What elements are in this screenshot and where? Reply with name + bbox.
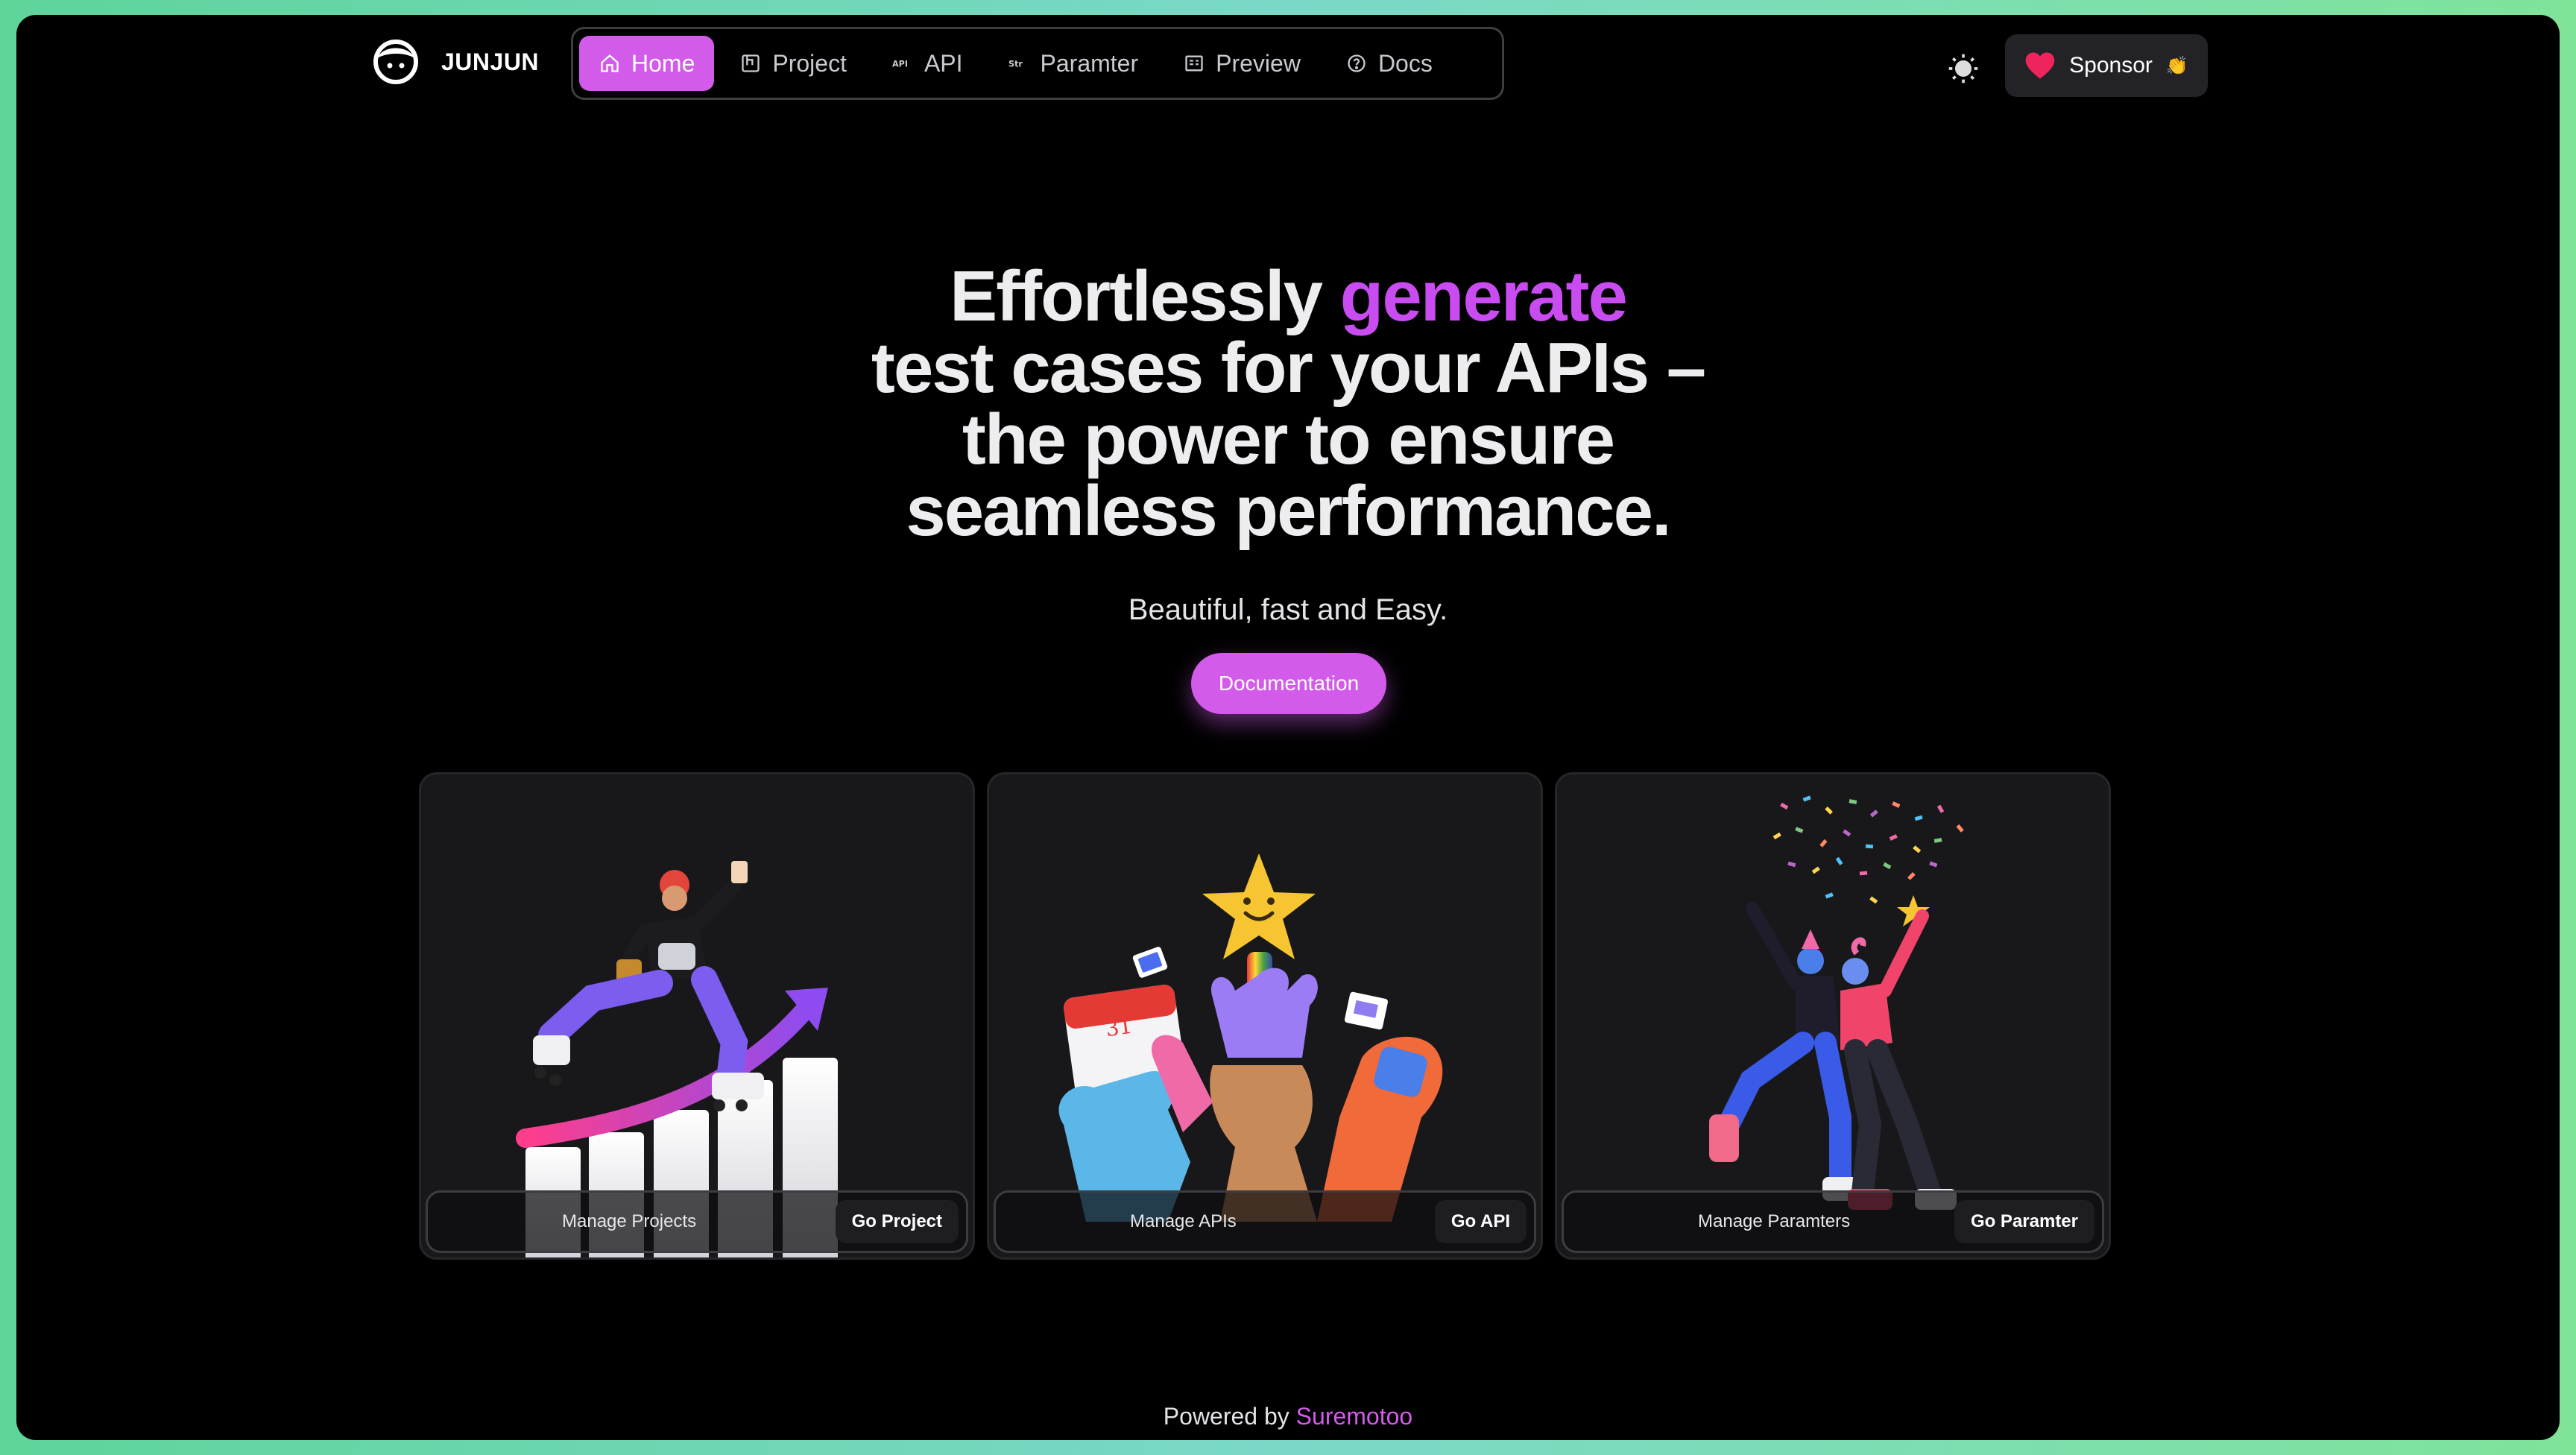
app-window: JUNJUN Home Project API API Str Paramter xyxy=(16,15,2560,1440)
documentation-button[interactable]: Documentation xyxy=(1191,653,1386,714)
growth-illustration xyxy=(516,861,838,1257)
nav-label: Preview xyxy=(1216,49,1301,77)
sponsor-button[interactable]: Sponsor 👏 xyxy=(2005,34,2208,97)
card-label: Manage Paramters xyxy=(1698,1211,1851,1231)
card-footer: Manage Paramters Go Paramter xyxy=(1562,1190,2104,1253)
preview-icon xyxy=(1183,52,1205,75)
brand[interactable]: JUNJUN xyxy=(373,39,539,85)
sun-icon xyxy=(1948,54,1978,83)
hero-title: Effortlessly generate test cases for you… xyxy=(16,261,2560,547)
str-icon: Str xyxy=(1008,52,1030,75)
nav-item-preview[interactable]: Preview xyxy=(1164,36,1320,91)
clapping-hands-icon: 👏 xyxy=(2165,55,2188,76)
card-label: Manage APIs xyxy=(1130,1211,1237,1231)
nav-item-project[interactable]: Project xyxy=(720,36,866,91)
hero-title-line4: seamless performance. xyxy=(906,471,1671,551)
card-label: Manage Projects xyxy=(562,1211,697,1231)
nav-label: Docs xyxy=(1377,49,1433,77)
nav-item-docs[interactable]: Docs xyxy=(1326,36,1452,91)
help-circle-icon xyxy=(1345,52,1368,75)
card-paramters[interactable]: Manage Paramters Go Paramter xyxy=(1555,772,2111,1260)
hero-subtitle: Beautiful, fast and Easy. xyxy=(1128,593,1448,626)
home-icon xyxy=(599,52,621,75)
nav-item-paramter[interactable]: Str Paramter xyxy=(988,36,1158,91)
svg-text:API: API xyxy=(892,60,908,69)
face-icon xyxy=(373,40,418,84)
hero-title-line2: test cases for your APIs – xyxy=(871,328,1706,408)
go-project-button[interactable]: Go Project xyxy=(835,1200,959,1243)
nav-item-home[interactable]: Home xyxy=(579,36,715,91)
theme-toggle-button[interactable] xyxy=(1942,48,1984,89)
sponsor-label: Sponsor xyxy=(2069,53,2153,78)
nav-label: Paramter xyxy=(1040,49,1139,77)
footer-prefix: Powered by xyxy=(1163,1403,1289,1430)
hero-title-line3: the power to ensure xyxy=(962,400,1615,479)
svg-text:31: 31 xyxy=(1104,1014,1134,1042)
card-apis[interactable]: 31 Manage APIs Go API xyxy=(987,772,1543,1260)
card-footer: Manage Projects Go Project xyxy=(426,1190,968,1253)
layout-icon xyxy=(739,52,762,75)
svg-text:Str: Str xyxy=(1008,60,1023,69)
footer-link-suremotoo[interactable]: Suremotoo xyxy=(1296,1403,1413,1430)
hands-star-illustration: 31 xyxy=(1058,853,1443,1222)
nav-item-api[interactable]: API API xyxy=(872,36,982,91)
hero-title-accent: generate xyxy=(1339,256,1628,336)
api-icon: API xyxy=(891,52,914,75)
nav-label: Home xyxy=(631,49,695,77)
nav-label: API xyxy=(924,49,963,77)
go-api-button[interactable]: Go API xyxy=(1434,1200,1527,1243)
card-footer: Manage APIs Go API xyxy=(994,1190,1536,1253)
nav-label: Project xyxy=(772,49,847,77)
celebration-illustration xyxy=(1709,795,1964,1210)
heart-icon xyxy=(2025,52,2055,79)
hero-title-part1: Effortlessly xyxy=(950,256,1323,336)
brand-name: JUNJUN xyxy=(441,48,540,75)
main-nav: Home Project API API Str Paramter Previe… xyxy=(571,27,1504,100)
go-paramter-button[interactable]: Go Paramter xyxy=(1954,1200,2094,1243)
footer: Powered by Suremotoo xyxy=(16,1403,2560,1430)
card-projects[interactable]: Manage Projects Go Project xyxy=(419,772,975,1260)
